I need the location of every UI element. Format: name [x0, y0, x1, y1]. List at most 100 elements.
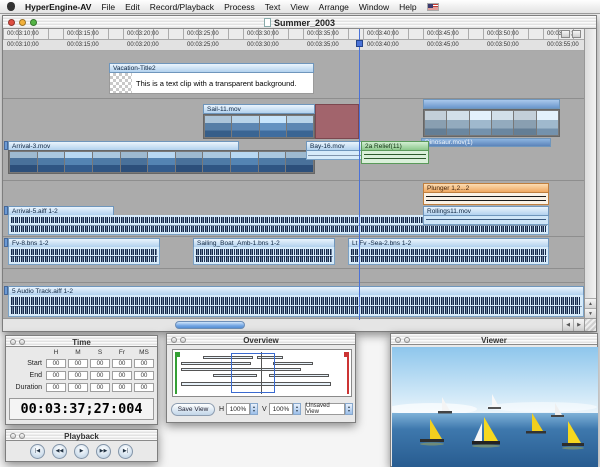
waveform-channel: [196, 249, 332, 255]
menu-item-process[interactable]: Process: [224, 2, 255, 12]
clip-lt-fv-sea[interactable]: Lt Fv -Sea-2.bns 1-2: [348, 238, 549, 265]
scroll-left-icon[interactable]: ◀: [562, 319, 573, 331]
clip-label: Dinosaur.mov(1): [421, 138, 551, 147]
end-m-field[interactable]: 00: [68, 371, 88, 380]
end-fr-field[interactable]: 00: [112, 371, 132, 380]
menu-item-window[interactable]: Window: [359, 2, 389, 12]
resize-grip[interactable]: [584, 318, 596, 331]
menu-item-text[interactable]: Text: [265, 2, 281, 12]
timeline-titlebar[interactable]: Summer_2003: [3, 16, 596, 29]
overview-panel-titlebar[interactable]: Overview: [167, 334, 355, 345]
ruler-label: 00:03:40;00: [367, 31, 399, 37]
v-zoom-field[interactable]: 100%: [269, 403, 293, 415]
ruler-label: 00:03:35;00: [307, 31, 339, 37]
ruler-label: 00:03:45;00: [427, 31, 459, 37]
view-selector-stepper[interactable]: ▲▼: [345, 403, 353, 415]
col-frames: Fr: [112, 349, 132, 356]
go-to-end-button[interactable]: ▶|: [118, 444, 133, 459]
timeline-ruler-bottom[interactable]: 00:03:10;00 00:03:15;00 00:03:20;00 00:0…: [3, 40, 584, 51]
duration-m-field[interactable]: 00: [68, 383, 88, 392]
panel-title: Overview: [167, 335, 355, 345]
clip-bay-16[interactable]: Bay-16.mov: [306, 141, 363, 160]
playhead-marker[interactable]: [356, 40, 363, 47]
h-zoom-field[interactable]: 100%: [226, 403, 250, 415]
go-to-start-button[interactable]: |◀: [30, 444, 45, 459]
clip-sail-11[interactable]: Sail-11.mov: [203, 104, 315, 139]
time-panel-titlebar[interactable]: Time: [6, 336, 157, 347]
scroll-down-icon[interactable]: ▼: [585, 308, 596, 318]
play-button[interactable]: ▶: [74, 444, 89, 459]
end-s-field[interactable]: 00: [90, 371, 110, 380]
ruler-label: 00:03:50;00: [487, 31, 519, 37]
start-ms-field[interactable]: 00: [134, 359, 154, 368]
view-end-line[interactable]: [347, 352, 349, 394]
viewer-panel-titlebar[interactable]: Viewer: [391, 334, 597, 345]
end-ms-field[interactable]: 00: [134, 371, 154, 380]
scroll-up-icon[interactable]: ▲: [585, 298, 596, 308]
ruler-label: 00:03:25;00: [187, 42, 219, 48]
start-h-field[interactable]: 00: [46, 359, 66, 368]
track-divider: [3, 180, 584, 181]
view-selector-dropdown[interactable]: Unsaved View: [305, 403, 345, 415]
apple-icon[interactable]: [7, 2, 15, 11]
waveform-channel: [11, 306, 581, 314]
clip-2a-relief[interactable]: 2a Relief(11): [361, 141, 429, 164]
playhead[interactable]: [359, 29, 360, 320]
clip-sailing-boat-amb[interactable]: Sailing_Boat_Amb-1.bns 1-2: [193, 238, 335, 265]
v-zoom-stepper[interactable]: ▲▼: [293, 403, 301, 415]
minimap-view-box[interactable]: [231, 353, 275, 393]
scrollbar-thumb[interactable]: [175, 321, 245, 329]
us-flag-icon[interactable]: [427, 3, 439, 11]
clip-arrival-3[interactable]: Arrival-3.mov: [8, 141, 315, 174]
start-s-field[interactable]: 00: [90, 359, 110, 368]
menu-item-record-playback[interactable]: Record/Playback: [150, 2, 214, 12]
panel-title: Viewer: [391, 335, 597, 345]
fast-forward-button[interactable]: ▶▶: [96, 444, 111, 459]
duration-h-field[interactable]: 00: [46, 383, 66, 392]
timeline-ruler-top[interactable]: 00:03:10;00 00:03:15;00 00:03:20;00 00:0…: [3, 29, 584, 40]
duration-ms-field[interactable]: 00: [134, 383, 154, 392]
menu-item-file[interactable]: File: [101, 2, 115, 12]
horizontal-scrollbar[interactable]: ◀ ▶: [3, 318, 584, 331]
end-h-field[interactable]: 00: [46, 371, 66, 380]
ruler-control-icon[interactable]: [561, 30, 570, 38]
clip-selected-video[interactable]: [423, 99, 560, 137]
menu-item-arrange[interactable]: Arrange: [319, 2, 349, 12]
view-start-line[interactable]: [175, 352, 177, 394]
timecode-display: 00:03:37;27:004: [9, 398, 154, 420]
waveform-channel: [351, 256, 546, 262]
ruler-control-icon[interactable]: [572, 30, 581, 38]
col-hours: H: [46, 349, 66, 356]
clip-colored-block[interactable]: [315, 104, 359, 139]
clip-vacation-title[interactable]: Vacation-Title2 This is a text clip with…: [109, 63, 314, 94]
clip-label: 2a Relief(11): [361, 141, 429, 151]
rewind-button[interactable]: ◀◀: [52, 444, 67, 459]
duration-s-field[interactable]: 00: [90, 383, 110, 392]
playback-panel-titlebar[interactable]: Playback: [6, 430, 157, 441]
start-m-field[interactable]: 00: [68, 359, 88, 368]
h-zoom-stepper[interactable]: ▲▼: [250, 403, 258, 415]
clip-5-audio-track[interactable]: 5 Audio Track.aiff 1-2: [8, 286, 584, 317]
timeline-minimap[interactable]: [172, 349, 352, 397]
clip-dinosaur[interactable]: Dinosaur.mov(1): [421, 138, 551, 147]
save-view-button[interactable]: Save View: [171, 403, 215, 416]
ruler-label: 00:03:10;00: [7, 42, 39, 48]
text-clip-body: This is a text clip with a transparent b…: [109, 73, 314, 94]
scroll-right-icon[interactable]: ▶: [573, 319, 584, 331]
playback-panel: Playback |◀ ◀◀ ▶ ▶▶ ▶|: [5, 429, 158, 462]
audio-waveform: [8, 247, 160, 265]
menu-item-help[interactable]: Help: [399, 2, 416, 12]
panel-title: Time: [6, 337, 157, 347]
clip-plunger[interactable]: Plunger 1,2...2: [423, 183, 549, 205]
duration-fr-field[interactable]: 00: [112, 383, 132, 392]
start-fr-field[interactable]: 00: [112, 359, 132, 368]
menu-item-hyperengine[interactable]: HyperEngine-AV: [25, 2, 91, 12]
clip-fv-8[interactable]: Fv-8.bns 1-2: [8, 238, 160, 265]
menu-item-view[interactable]: View: [290, 2, 308, 12]
clip-rollings[interactable]: Rollings11.mov: [423, 206, 549, 225]
menu-item-edit[interactable]: Edit: [125, 2, 140, 12]
vertical-scrollbar[interactable]: ▲ ▼: [584, 29, 596, 318]
clip-label: Rollings11.mov: [423, 206, 549, 216]
waveform-channel: [11, 226, 546, 232]
waveform-channel: [11, 256, 157, 262]
